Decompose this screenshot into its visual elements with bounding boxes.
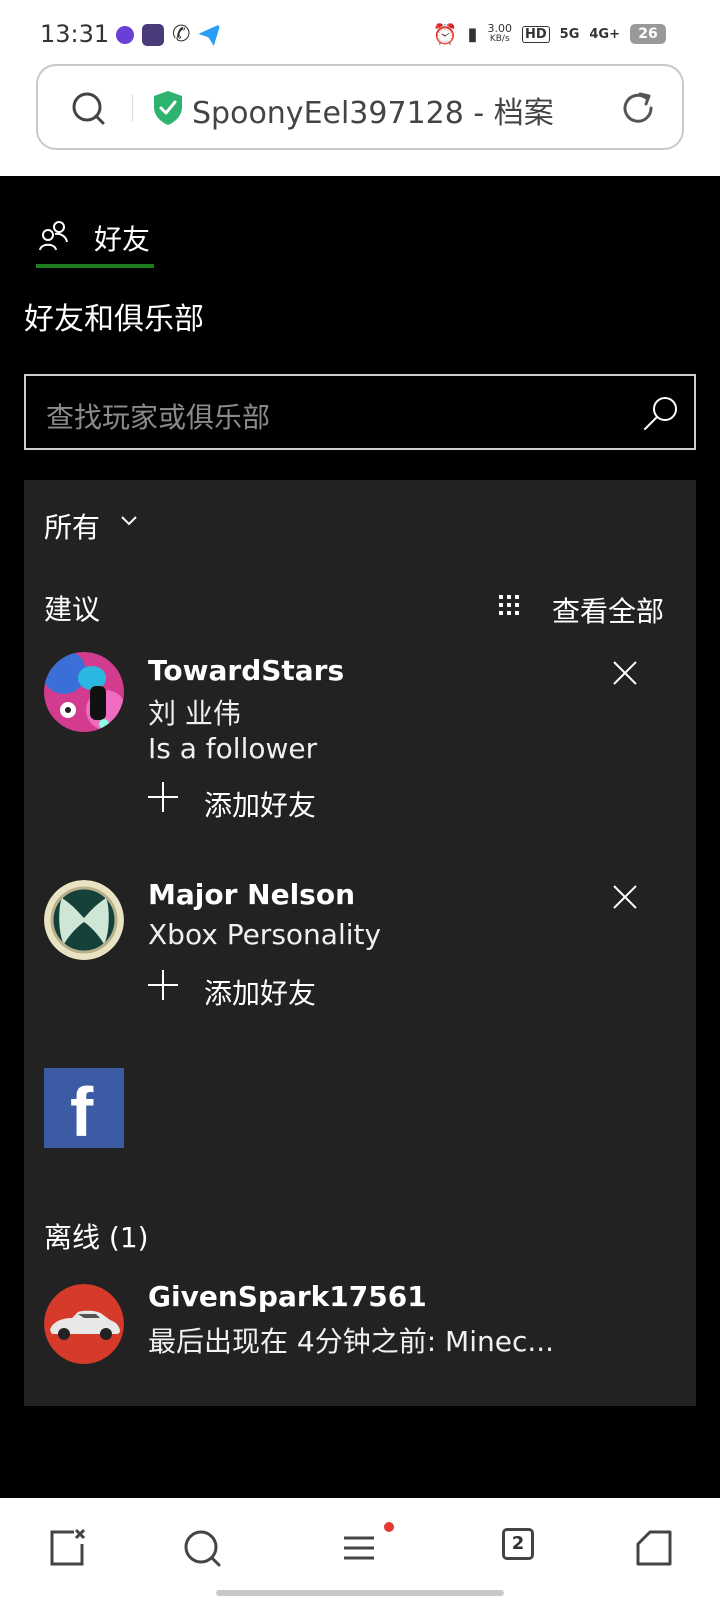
address-bar[interactable]: SpoonyEel397128 - 档案 <box>36 64 684 150</box>
call-icon: ✆ <box>172 22 191 47</box>
search-icon[interactable] <box>182 1528 222 1568</box>
signal-4g-icon: 4G+ <box>589 26 620 42</box>
close-icon[interactable] <box>612 884 638 910</box>
net-speed-value: 3.00 <box>487 22 513 35</box>
facebook-letter: f <box>70 1073 94 1151</box>
app-notification-icon <box>116 26 134 44</box>
send-app-icon <box>198 24 221 46</box>
menu-icon[interactable] <box>340 1528 380 1568</box>
add-friend-button[interactable]: 添加好友 <box>148 970 328 1010</box>
net-speed: 3.00 KB/s <box>488 23 513 45</box>
shield-check-icon <box>154 91 182 125</box>
suggestions-heading: 建议 <box>44 593 101 626</box>
browser-toolbar: SpoonyEel397128 - 档案 <box>0 62 720 176</box>
chevron-down-icon[interactable] <box>120 514 138 528</box>
friends-panel: 所有 建议 查看全部 TowardStars 刘 业伟 Is a followe… <box>24 480 696 1406</box>
notification-icons: ✆ <box>116 22 221 47</box>
hd-icon: HD <box>522 25 550 43</box>
suggestion-name[interactable]: Major Nelson <box>148 878 355 911</box>
suggestion-name[interactable]: TowardStars <box>148 654 344 687</box>
add-friend-label: 添加好友 <box>204 977 317 1010</box>
plus-icon <box>148 782 178 812</box>
home-indicator[interactable] <box>216 1590 504 1596</box>
friend-name[interactable]: GivenSpark17561 <box>148 1280 427 1313</box>
add-friend-button[interactable]: 添加好友 <box>148 782 328 822</box>
player-search-input[interactable]: 查找玩家或俱乐部 <box>24 374 696 450</box>
battery-icon: 26 <box>630 24 666 44</box>
tab-switcher-button[interactable]: 2 <box>502 1528 534 1560</box>
status-indicators: ⏰ ▮ 3.00 KB/s HD 5G 4G+ 26 <box>433 22 666 46</box>
k-app-icon <box>142 24 164 46</box>
close-tab-icon[interactable] <box>48 1528 88 1568</box>
offline-heading: 离线 (1) <box>44 1221 149 1254</box>
search-icon[interactable] <box>70 90 106 126</box>
search-icon[interactable] <box>642 394 680 432</box>
friends-icon <box>39 221 68 251</box>
avatar[interactable] <box>44 652 124 732</box>
suggestion-detail: Xbox Personality <box>148 918 382 951</box>
address-divider <box>132 94 133 122</box>
home-icon[interactable] <box>634 1528 674 1568</box>
status-time: 13:31 <box>40 20 110 48</box>
vibrate-icon: ▮ <box>467 23 478 45</box>
suggestion-detail: Is a follower <box>148 732 318 765</box>
notification-dot <box>384 1522 394 1532</box>
plus-icon <box>148 970 178 1000</box>
xbox-avatar[interactable] <box>44 880 124 960</box>
page-title[interactable]: SpoonyEel397128 - 档案 <box>192 88 554 132</box>
friend-last-seen: 最后出现在 4分钟之前: Minec... <box>148 1325 555 1358</box>
reload-icon[interactable] <box>618 88 658 128</box>
grid-icon[interactable] <box>498 594 520 616</box>
browser-bottom-bar: 2 <box>0 1498 720 1600</box>
tab-friends-label: 好友 <box>94 223 151 256</box>
avatar[interactable] <box>44 1284 124 1364</box>
close-icon[interactable] <box>612 660 638 686</box>
section-title: 好友和俱乐部 <box>24 302 204 337</box>
signal-5g-icon: 5G <box>559 26 580 42</box>
net-speed-unit: KB/s <box>489 34 510 44</box>
add-friend-label: 添加好友 <box>204 789 317 822</box>
suggestion-real-name: 刘 业伟 <box>148 697 241 730</box>
filter-dropdown[interactable]: 所有 <box>44 506 100 546</box>
status-bar: 13:31 ✆ ⏰ ▮ 3.00 KB/s HD 5G 4G+ 26 <box>0 0 720 62</box>
alarm-icon: ⏰ <box>432 22 458 46</box>
view-all-link[interactable]: 查看全部 <box>552 590 664 630</box>
tab-friends[interactable]: 好友 <box>36 212 154 268</box>
search-placeholder: 查找玩家或俱乐部 <box>46 401 271 434</box>
facebook-icon[interactable]: f <box>44 1068 124 1151</box>
